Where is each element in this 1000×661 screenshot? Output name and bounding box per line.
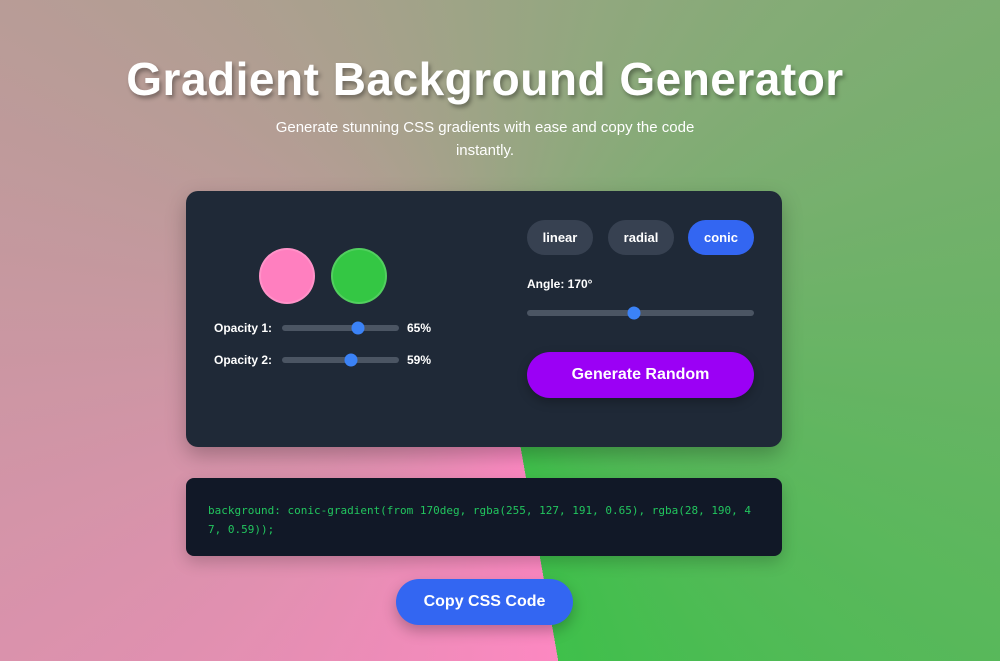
color-picker-1[interactable] xyxy=(259,248,315,304)
page-subtitle: Generate stunning CSS gradients with eas… xyxy=(275,119,695,159)
opacity-2-slider[interactable] xyxy=(282,353,399,367)
page-title: Gradient Background Generator xyxy=(126,53,844,105)
controls-panel: Opacity 1: 65% Opacity 2: 59% linear rad… xyxy=(186,191,782,447)
generate-random-button[interactable]: Generate Random xyxy=(527,352,754,398)
opacity-2-value: 59% xyxy=(407,353,432,367)
css-code-output: background: conic-gradient(from 170deg, … xyxy=(186,478,782,556)
opacity-2-slider-thumb[interactable] xyxy=(344,353,358,367)
opacity-2-row: Opacity 2: 59% xyxy=(214,350,431,370)
app-container: Gradient Background Generator Generate s… xyxy=(0,0,1000,661)
opacity-1-value: 65% xyxy=(407,321,432,335)
type-button-linear[interactable]: linear xyxy=(527,220,593,255)
opacity-1-row: Opacity 1: 65% xyxy=(214,318,431,338)
opacity-2-label: Opacity 2: xyxy=(214,353,273,367)
angle-slider-thumb[interactable] xyxy=(627,306,641,320)
type-button-radial[interactable]: radial xyxy=(608,220,674,255)
opacity-1-slider[interactable] xyxy=(282,321,399,335)
copy-css-button[interactable]: Copy CSS Code xyxy=(396,579,573,625)
color-picker-2[interactable] xyxy=(331,248,387,304)
angle-slider[interactable] xyxy=(527,306,754,320)
opacity-1-slider-thumb[interactable] xyxy=(351,321,365,335)
type-button-conic[interactable]: conic xyxy=(688,220,754,255)
css-code-text: background: conic-gradient(from 170deg, … xyxy=(208,504,752,536)
opacity-1-label: Opacity 1: xyxy=(214,321,273,335)
angle-label: Angle: 170° xyxy=(527,277,593,291)
